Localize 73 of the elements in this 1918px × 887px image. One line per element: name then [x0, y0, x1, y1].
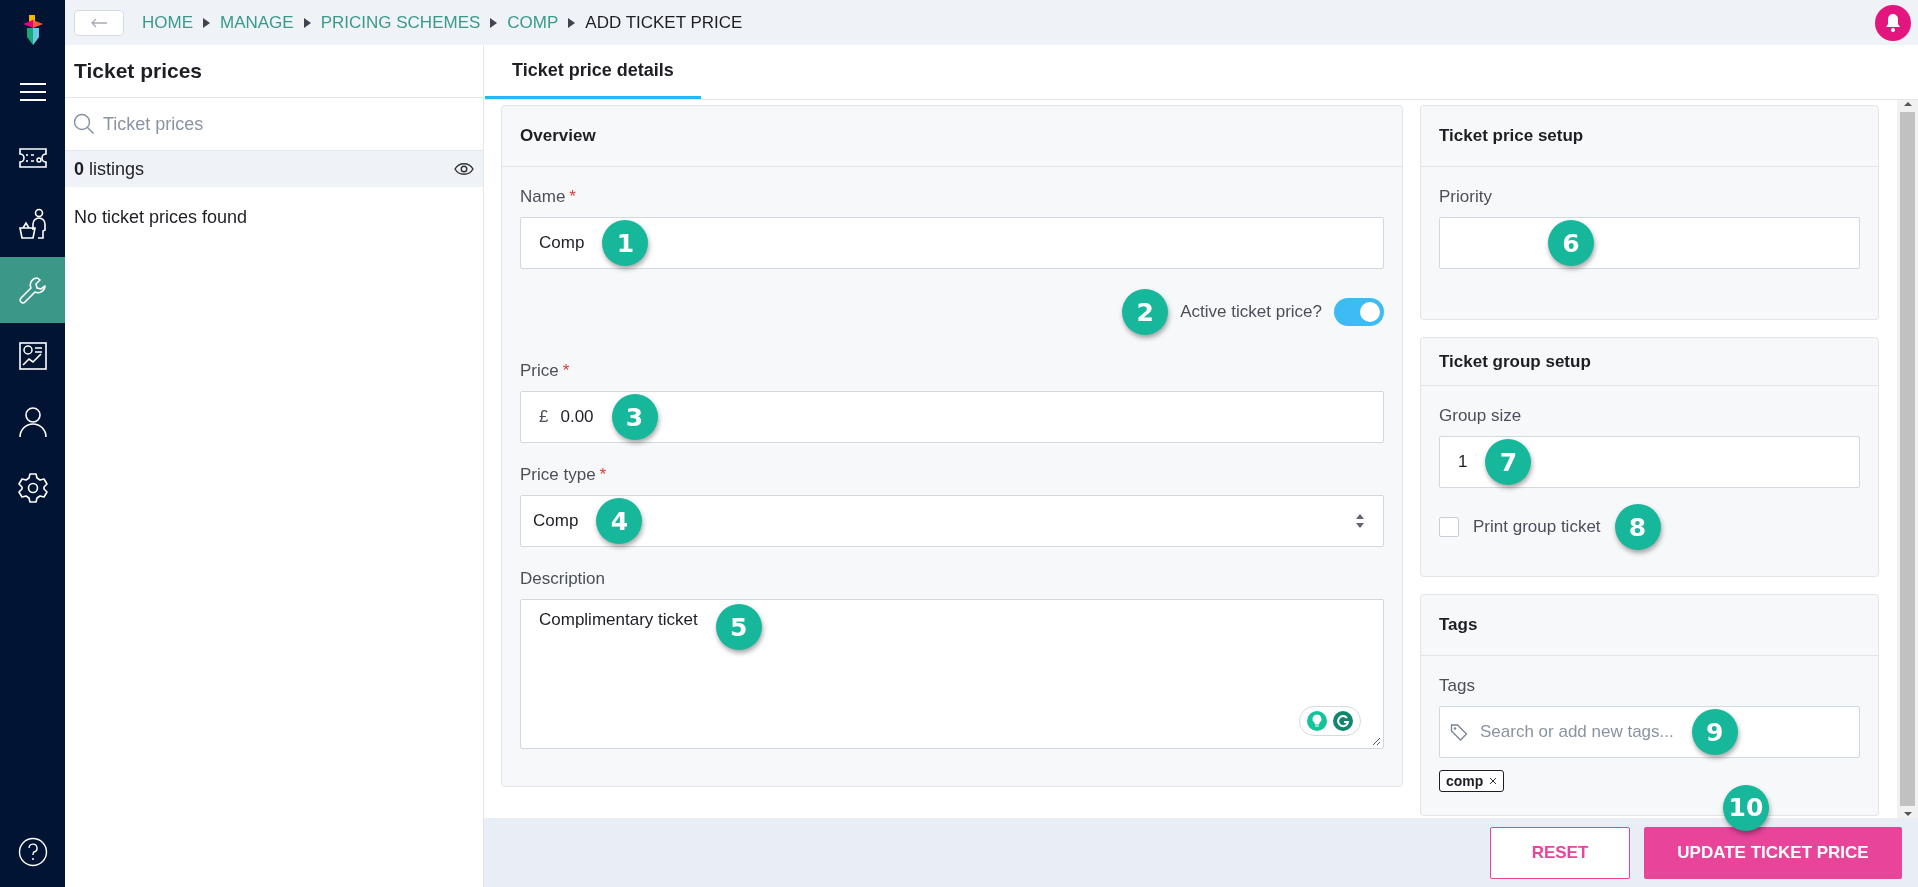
- description-field[interactable]: Complimentary ticket 5: [520, 599, 1384, 749]
- required-mark: *: [599, 465, 607, 485]
- tag-chip[interactable]: comp: [1439, 770, 1505, 792]
- scroll-up-icon[interactable]: [1902, 100, 1913, 108]
- card-title: Overview: [520, 126, 596, 146]
- bulb-icon: [1306, 710, 1328, 732]
- breadcrumb-link[interactable]: COMP: [507, 12, 559, 33]
- price-field[interactable]: £ 0.00 3: [520, 391, 1384, 443]
- callout-badge: 5: [715, 604, 762, 650]
- wrench-icon: [17, 275, 48, 305]
- callout-badge: 8: [1614, 504, 1661, 550]
- listing-count: 0 listings: [74, 158, 145, 180]
- field-label: Priority: [1439, 187, 1492, 207]
- update-button[interactable]: UPDATE TICKET PRICE: [1644, 826, 1902, 879]
- bell-icon: [1884, 12, 1902, 33]
- toggle-label: Active ticket price?: [1180, 302, 1322, 322]
- scrollbar[interactable]: [1897, 100, 1918, 818]
- settings-icon: [16, 472, 49, 504]
- caret-icon: [568, 17, 576, 28]
- field-label: Price type: [520, 465, 596, 485]
- field-label: Description: [520, 569, 606, 589]
- tag-icon: [1450, 723, 1468, 741]
- basket-person-icon: [17, 208, 48, 240]
- close-icon[interactable]: [1489, 777, 1498, 785]
- report-icon: [17, 341, 48, 371]
- callout-badge: 1: [602, 220, 649, 266]
- toggle-switch[interactable]: [1334, 298, 1384, 326]
- card-title: Tags: [1439, 615, 1478, 635]
- panel-title: Ticket prices: [65, 45, 483, 98]
- ticket-icon: [17, 146, 48, 170]
- callout-badge: 7: [1485, 439, 1532, 485]
- field-label: Tags: [1439, 676, 1475, 696]
- callout-badge: 3: [611, 394, 658, 440]
- person-icon: [18, 406, 47, 438]
- breadcrumb-link[interactable]: HOME: [142, 12, 193, 33]
- notification-button[interactable]: [1875, 4, 1911, 41]
- callout-badge: 4: [596, 498, 643, 544]
- tags-field[interactable]: Search or add new tags... 9: [1439, 706, 1860, 758]
- empty-message: No ticket prices found: [73, 206, 249, 229]
- menu-icon: [18, 82, 47, 102]
- text-field[interactable]: 6: [1439, 217, 1860, 269]
- breadcrumb-link[interactable]: PRICING SCHEMES: [320, 12, 481, 33]
- field-label: Group size: [1439, 406, 1522, 426]
- breadcrumb-link[interactable]: ADD TICKET PRICE: [585, 12, 743, 33]
- reset-button[interactable]: RESET: [1490, 826, 1630, 879]
- field-label: Name: [520, 187, 566, 207]
- sort-caret-icon: [1355, 513, 1365, 529]
- checkbox[interactable]: [1439, 517, 1459, 537]
- callout-badge: 2: [1122, 289, 1169, 335]
- required-mark: *: [562, 361, 570, 381]
- g-logo-icon: [1332, 710, 1354, 732]
- select-field[interactable]: Comp 4: [520, 495, 1384, 547]
- currency-symbol: £: [539, 407, 549, 427]
- help-icon: [17, 837, 48, 867]
- assistant-widget[interactable]: [1299, 706, 1361, 736]
- text-field[interactable]: Comp 1: [520, 217, 1384, 269]
- checkbox-label: Print group ticket: [1473, 517, 1601, 537]
- caret-icon: [490, 17, 498, 28]
- card-title: Ticket group setup: [1439, 351, 1591, 372]
- text-field[interactable]: 1 7: [1439, 436, 1860, 488]
- breadcrumb-link[interactable]: MANAGE: [220, 12, 294, 33]
- back-arrow-icon: [90, 17, 108, 28]
- eye-icon[interactable]: [454, 162, 474, 176]
- search-icon: [73, 113, 95, 135]
- callout-badge: 6: [1548, 220, 1594, 266]
- required-mark: *: [569, 187, 576, 207]
- field-label: Price: [520, 361, 559, 381]
- card-title: Ticket price setup: [1439, 126, 1584, 146]
- callout-badge: 9: [1691, 709, 1738, 755]
- tab[interactable]: Ticket price details: [485, 45, 701, 99]
- caret-icon: [203, 17, 210, 28]
- resize-handle-icon[interactable]: [1371, 736, 1381, 746]
- caret-icon: [303, 17, 311, 28]
